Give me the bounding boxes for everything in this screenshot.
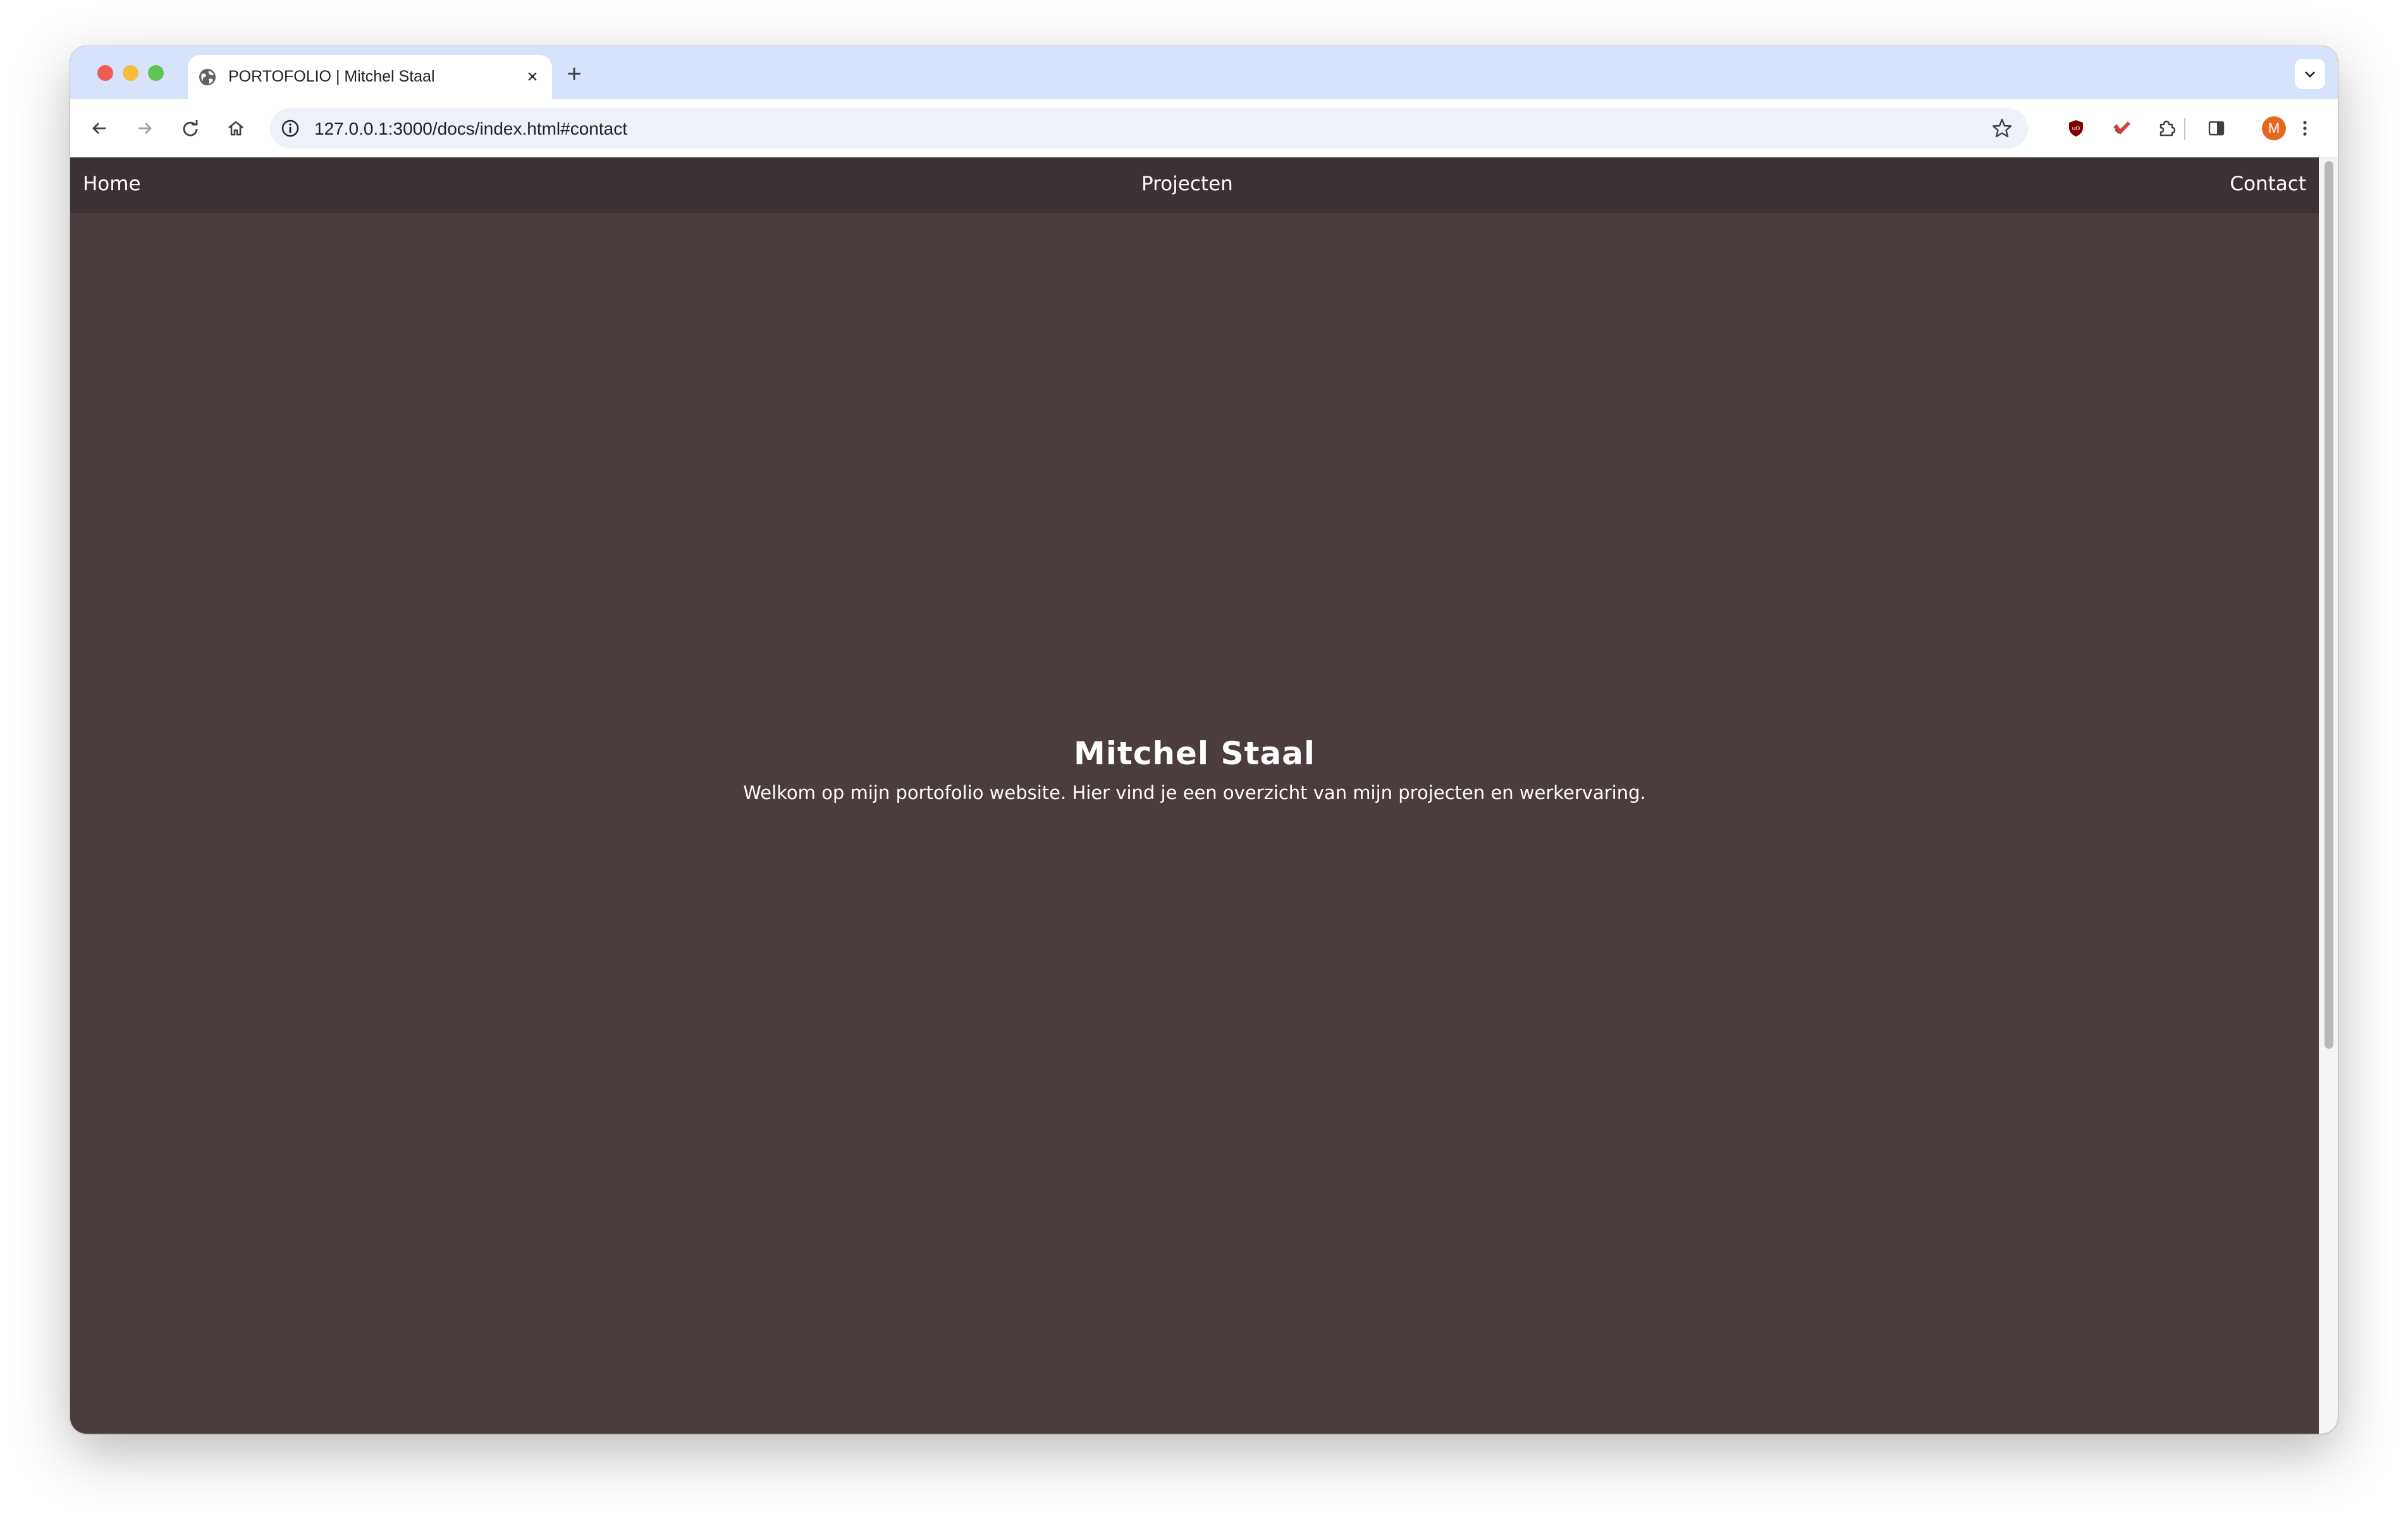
arrow-right-icon <box>138 123 152 134</box>
forward-button[interactable] <box>130 113 160 143</box>
side-panel-icon <box>2208 121 2225 136</box>
svg-text:uO: uO <box>2072 126 2080 132</box>
reload-icon <box>183 120 198 137</box>
browser-window: PORTOFOLIO | Mitchel Staal × + 127.0.0.1… <box>70 46 2338 1434</box>
home-button[interactable] <box>221 113 251 143</box>
nav-contact-link[interactable]: Contact <box>2230 173 2306 195</box>
address-bar[interactable]: 127.0.0.1:3000/docs/index.html#contact <box>270 108 2028 149</box>
tab-search-button[interactable] <box>2295 59 2325 89</box>
reload-button[interactable] <box>175 113 206 143</box>
url-text: 127.0.0.1:3000/docs/index.html#contact <box>314 119 628 138</box>
home-icon <box>228 121 243 136</box>
tab-strip: PORTOFOLIO | Mitchel Staal × + <box>70 46 2338 99</box>
toolbar-separator <box>2184 118 2185 140</box>
chevron-down-icon <box>2305 71 2315 78</box>
globe-icon <box>198 68 217 87</box>
ublock-icon[interactable]: uO <box>2061 113 2091 143</box>
profile-avatar[interactable]: M <box>2262 116 2286 140</box>
tab-title: PORTOFOLIO | Mitchel Staal <box>228 68 435 85</box>
side-panel-button[interactable] <box>2201 113 2232 143</box>
close-window-button[interactable] <box>97 65 113 81</box>
tab-portfolio[interactable]: PORTOFOLIO | Mitchel Staal × <box>188 55 552 99</box>
page-scrollbar[interactable] <box>2319 157 2338 1434</box>
close-tab-icon[interactable]: × <box>522 66 543 88</box>
bookmark-star-icon[interactable] <box>1990 116 2014 140</box>
page-viewport: Home Projecten Contact Mitchel Staal Wel… <box>70 157 2319 1434</box>
browser-toolbar: 127.0.0.1:3000/docs/index.html#contact u… <box>70 99 2338 157</box>
site-navbar: Home Projecten Contact <box>70 157 2319 213</box>
scrollbar-thumb[interactable] <box>2325 161 2333 1049</box>
hero-subtitle: Welkom op mijn portofolio website. Hier … <box>743 782 1646 803</box>
back-button[interactable] <box>84 113 114 143</box>
new-tab-button[interactable]: + <box>560 60 588 88</box>
arrow-left-icon <box>92 123 106 134</box>
nav-projects-link[interactable]: Projecten <box>1141 173 1233 195</box>
todo-check-icon[interactable] <box>2106 113 2137 143</box>
puzzle-extensions-icon[interactable] <box>2152 113 2182 143</box>
maximize-window-button[interactable] <box>148 65 164 81</box>
minimize-window-button[interactable] <box>123 65 138 81</box>
site-info-icon[interactable] <box>279 117 302 140</box>
more-vertical-icon <box>2303 121 2307 136</box>
hero-title: Mitchel Staal <box>1073 735 1316 772</box>
nav-home-link[interactable]: Home <box>83 173 141 195</box>
browser-menu-button[interactable] <box>2290 113 2320 143</box>
